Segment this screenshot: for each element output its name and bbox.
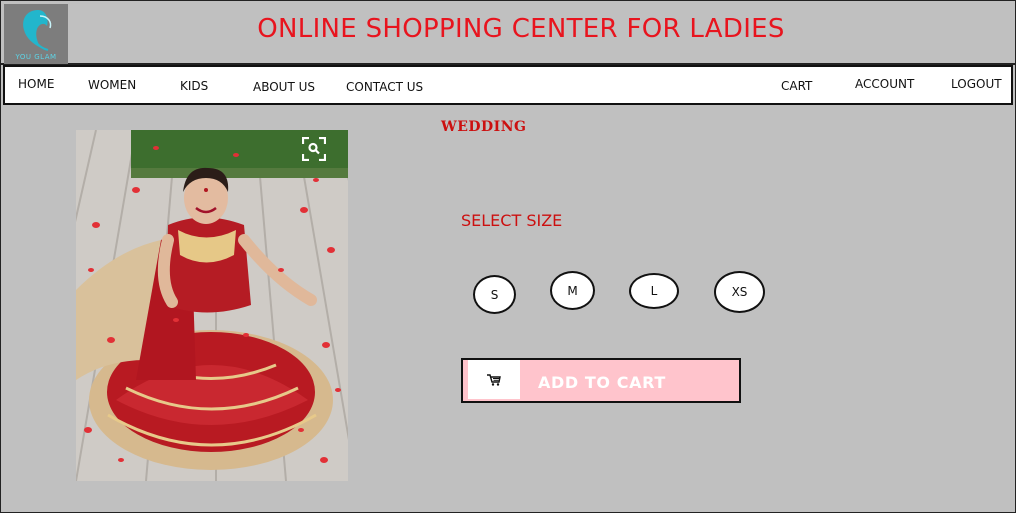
main-nav: HOME WOMEN KIDS ABOUT US CONTACT US CART…: [3, 65, 1013, 105]
size-option-xs[interactable]: XS: [714, 271, 765, 313]
site-header: YOU GLAM ONLINE SHOPPING CENTER FOR LADI…: [1, 1, 1015, 65]
size-option-l[interactable]: L: [629, 273, 679, 309]
bridal-photo: [76, 130, 348, 481]
nav-kids-link[interactable]: KIDS: [180, 79, 208, 93]
size-label: SELECT SIZE: [461, 211, 563, 230]
site-logo[interactable]: YOU GLAM: [4, 4, 68, 64]
size-option-m[interactable]: M: [550, 271, 595, 310]
add-to-cart-button[interactable]: ADD TO CART: [461, 358, 741, 403]
nav-about-link[interactable]: ABOUT US: [253, 80, 315, 94]
nav-logout-link[interactable]: LOGOUT: [951, 77, 1002, 91]
zoom-icon[interactable]: [302, 137, 326, 161]
nav-home-link[interactable]: HOME: [18, 77, 54, 91]
add-to-cart-label: ADD TO CART: [538, 373, 666, 392]
product-image[interactable]: [76, 130, 348, 481]
nav-account-link[interactable]: ACCOUNT: [855, 77, 914, 91]
cart-icon-box: [468, 360, 520, 399]
nav-cart-link[interactable]: CART: [781, 79, 812, 93]
site-title: ONLINE SHOPPING CENTER FOR LADIES: [257, 14, 785, 44]
cart-icon: [487, 373, 501, 386]
product-title: WEDDING: [441, 119, 527, 135]
size-option-s[interactable]: S: [473, 275, 516, 314]
nav-women-link[interactable]: WOMEN: [88, 78, 136, 92]
page-frame: YOU GLAM ONLINE SHOPPING CENTER FOR LADI…: [0, 0, 1016, 513]
nav-contact-link[interactable]: CONTACT US: [346, 80, 423, 94]
logo-text: YOU GLAM: [15, 53, 57, 61]
